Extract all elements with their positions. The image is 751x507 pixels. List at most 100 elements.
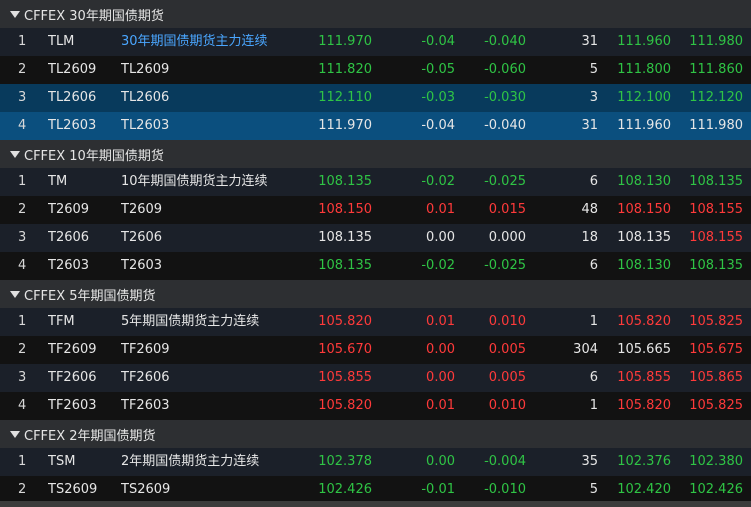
last-price: 102.426: [318, 482, 372, 497]
ask-price: 102.426: [689, 482, 743, 497]
volume: 18: [581, 230, 598, 245]
price-change: -0.04: [421, 118, 455, 133]
group-header[interactable]: CFFEX 30年期国债期货: [0, 0, 751, 28]
row-index: 1: [18, 34, 27, 49]
group-rows: 1 TFM 5年期国债期货主力连续 105.820 0.01 0.010 1 1…: [0, 308, 751, 420]
quote-row[interactable]: 2 TS2609 TS2609 102.426 -0.01 -0.010 5 1…: [0, 476, 751, 504]
group-title: CFFEX 30年期国债期货: [24, 8, 164, 24]
contract-code: TSM: [48, 454, 76, 469]
last-price: 112.110: [318, 90, 372, 105]
volume: 5: [589, 482, 598, 497]
contract-group: CFFEX 30年期国债期货 1 TLM 30年期国债期货主力连续 111.97…: [0, 0, 751, 140]
contract-code: TF2603: [48, 398, 97, 413]
quote-board: CFFEX 30年期国债期货 1 TLM 30年期国债期货主力连续 111.97…: [0, 0, 751, 507]
bid-price: 102.376: [617, 454, 671, 469]
contract-name: TF2603: [121, 398, 170, 413]
contract-group: CFFEX 2年期国债期货 1 TSM 2年期国债期货主力连续 102.378 …: [0, 420, 751, 504]
row-index: 4: [18, 118, 27, 133]
change-percent: -0.040: [484, 34, 526, 49]
price-change: -0.02: [421, 258, 455, 273]
row-index: 2: [18, 202, 27, 217]
bid-price: 105.665: [617, 342, 671, 357]
bid-price: 105.820: [617, 398, 671, 413]
price-change: 0.00: [426, 370, 455, 385]
change-percent: -0.060: [484, 62, 526, 77]
contract-name: 2年期国债期货主力连续: [121, 454, 260, 469]
contract-name: TF2609: [121, 342, 170, 357]
triangle-down-icon[interactable]: [10, 150, 20, 158]
ask-price: 105.825: [689, 314, 743, 329]
last-price: 108.135: [318, 230, 372, 245]
contract-code: T2603: [48, 258, 90, 273]
last-price: 111.820: [318, 62, 372, 77]
last-price: 105.670: [318, 342, 372, 357]
quote-row[interactable]: 3 TF2606 TF2606 105.855 0.00 0.005 6 105…: [0, 364, 751, 392]
change-percent: -0.040: [484, 118, 526, 133]
last-price: 108.150: [318, 202, 372, 217]
volume: 6: [589, 370, 598, 385]
quote-row[interactable]: 3 T2606 T2606 108.135 0.00 0.000 18 108.…: [0, 224, 751, 252]
bid-price: 105.820: [617, 314, 671, 329]
quote-row[interactable]: 1 TM 10年期国债期货主力连续 108.135 -0.02 -0.025 6…: [0, 168, 751, 196]
volume: 48: [581, 202, 598, 217]
contract-code: TF2609: [48, 342, 97, 357]
triangle-down-icon[interactable]: [10, 290, 20, 298]
group-header[interactable]: CFFEX 2年期国债期货: [0, 420, 751, 448]
row-index: 4: [18, 398, 27, 413]
row-index: 1: [18, 314, 27, 329]
bid-price: 111.800: [617, 62, 671, 77]
volume: 31: [581, 34, 598, 49]
price-change: 0.01: [426, 398, 455, 413]
price-change: 0.01: [426, 314, 455, 329]
last-price: 105.820: [318, 314, 372, 329]
triangle-down-icon[interactable]: [10, 430, 20, 438]
group-header[interactable]: CFFEX 10年期国债期货: [0, 140, 751, 168]
contract-code: TF2606: [48, 370, 97, 385]
contract-code: TL2606: [48, 90, 97, 105]
quote-row[interactable]: 3 TL2606 TL2606 112.110 -0.03 -0.030 3 1…: [0, 84, 751, 112]
ask-price: 111.860: [689, 62, 743, 77]
row-index: 4: [18, 258, 27, 273]
volume: 1: [589, 398, 598, 413]
contract-code: TS2609: [48, 482, 98, 497]
ask-price: 111.980: [689, 118, 743, 133]
horizontal-scrollbar[interactable]: [0, 501, 751, 507]
quote-row[interactable]: 4 TL2603 TL2603 111.970 -0.04 -0.040 31 …: [0, 112, 751, 140]
price-change: -0.03: [421, 90, 455, 105]
bid-price: 105.855: [617, 370, 671, 385]
group-title: CFFEX 2年期国债期货: [24, 428, 156, 444]
volume: 5: [589, 62, 598, 77]
contract-code: T2609: [48, 202, 90, 217]
bid-price: 108.150: [617, 202, 671, 217]
ask-price: 108.135: [689, 258, 743, 273]
quote-row[interactable]: 4 TF2603 TF2603 105.820 0.01 0.010 1 105…: [0, 392, 751, 420]
contract-name: T2606: [121, 230, 163, 245]
row-index: 3: [18, 230, 27, 245]
group-header[interactable]: CFFEX 5年期国债期货: [0, 280, 751, 308]
last-price: 105.820: [318, 398, 372, 413]
contract-group: CFFEX 5年期国债期货 1 TFM 5年期国债期货主力连续 105.820 …: [0, 280, 751, 420]
row-index: 2: [18, 62, 27, 77]
group-title: CFFEX 10年期国债期货: [24, 148, 164, 164]
group-title: CFFEX 5年期国债期货: [24, 288, 156, 304]
change-percent: -0.025: [484, 174, 526, 189]
quote-row[interactable]: 1 TSM 2年期国债期货主力连续 102.378 0.00 -0.004 35…: [0, 448, 751, 476]
contract-code: TL2603: [48, 118, 97, 133]
bid-price: 108.135: [617, 230, 671, 245]
quote-row[interactable]: 2 TF2609 TF2609 105.670 0.00 0.005 304 1…: [0, 336, 751, 364]
contract-code: TL2609: [48, 62, 97, 77]
last-price: 111.970: [318, 34, 372, 49]
bid-price: 111.960: [617, 118, 671, 133]
quote-row[interactable]: 1 TFM 5年期国债期货主力连续 105.820 0.01 0.010 1 1…: [0, 308, 751, 336]
row-index: 2: [18, 482, 27, 497]
triangle-down-icon[interactable]: [10, 10, 20, 18]
quote-row[interactable]: 2 T2609 T2609 108.150 0.01 0.015 48 108.…: [0, 196, 751, 224]
price-change: -0.02: [421, 174, 455, 189]
change-percent: -0.010: [484, 482, 526, 497]
quote-row[interactable]: 1 TLM 30年期国债期货主力连续 111.970 -0.04 -0.040 …: [0, 28, 751, 56]
volume: 6: [589, 174, 598, 189]
quote-row[interactable]: 4 T2603 T2603 108.135 -0.02 -0.025 6 108…: [0, 252, 751, 280]
last-price: 108.135: [318, 174, 372, 189]
bid-price: 102.420: [617, 482, 671, 497]
quote-row[interactable]: 2 TL2609 TL2609 111.820 -0.05 -0.060 5 1…: [0, 56, 751, 84]
